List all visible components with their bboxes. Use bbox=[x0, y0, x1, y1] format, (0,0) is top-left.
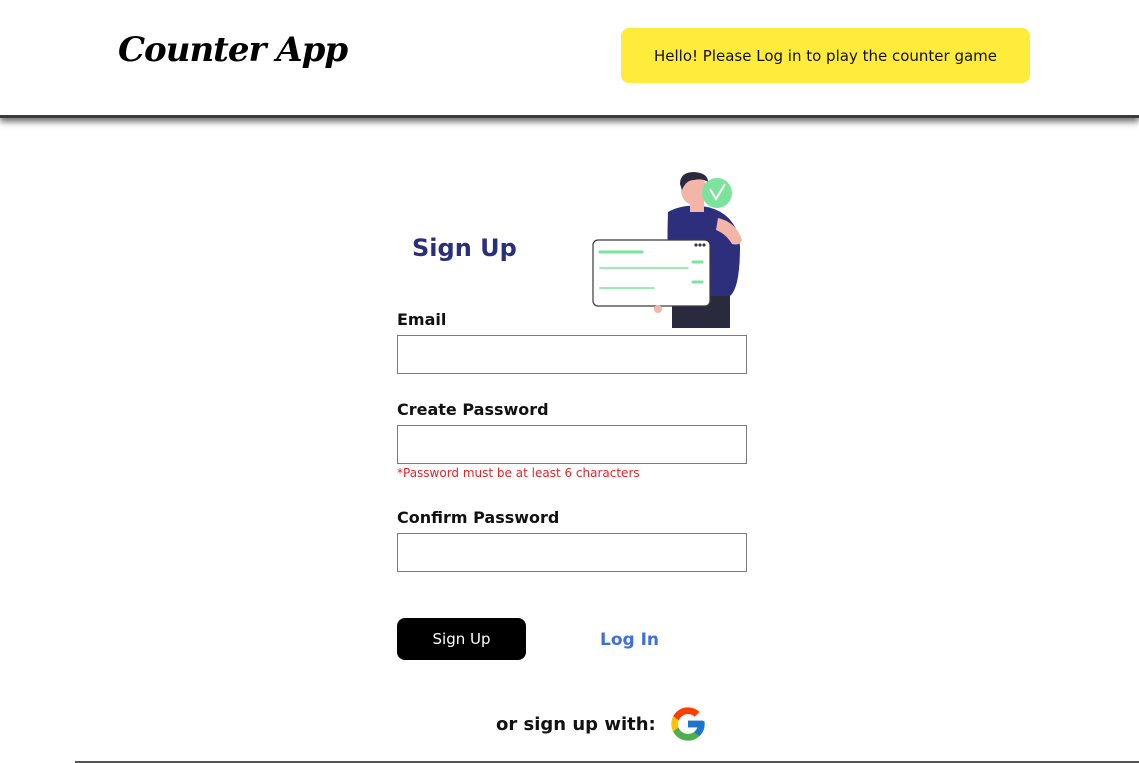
app-logo[interactable]: Counter App bbox=[118, 30, 348, 70]
log-in-link[interactable]: Log In bbox=[600, 630, 659, 650]
google-icon[interactable] bbox=[668, 704, 708, 744]
create-password-field[interactable] bbox=[397, 425, 747, 464]
top-header: Counter App Hello! Please Log in to play… bbox=[0, 0, 1139, 118]
alt-signup-text: or sign up with: bbox=[496, 713, 656, 735]
page-title: Sign Up bbox=[412, 234, 517, 262]
password-hint: *Password must be at least 6 characters bbox=[397, 466, 640, 480]
email-field[interactable] bbox=[397, 335, 747, 374]
illustration-check-badge bbox=[702, 178, 732, 208]
illustration-card bbox=[592, 239, 711, 307]
sign-up-button[interactable]: Sign Up bbox=[397, 618, 526, 660]
alt-signup-row: or sign up with: bbox=[496, 703, 708, 745]
email-label: Email bbox=[397, 310, 447, 329]
confirm-password-label: Confirm Password bbox=[397, 508, 560, 527]
create-password-label: Create Password bbox=[397, 400, 549, 419]
greeting-banner: Hello! Please Log in to play the counter… bbox=[621, 28, 1030, 83]
signup-illustration bbox=[592, 172, 742, 328]
confirm-password-field[interactable] bbox=[397, 533, 747, 572]
